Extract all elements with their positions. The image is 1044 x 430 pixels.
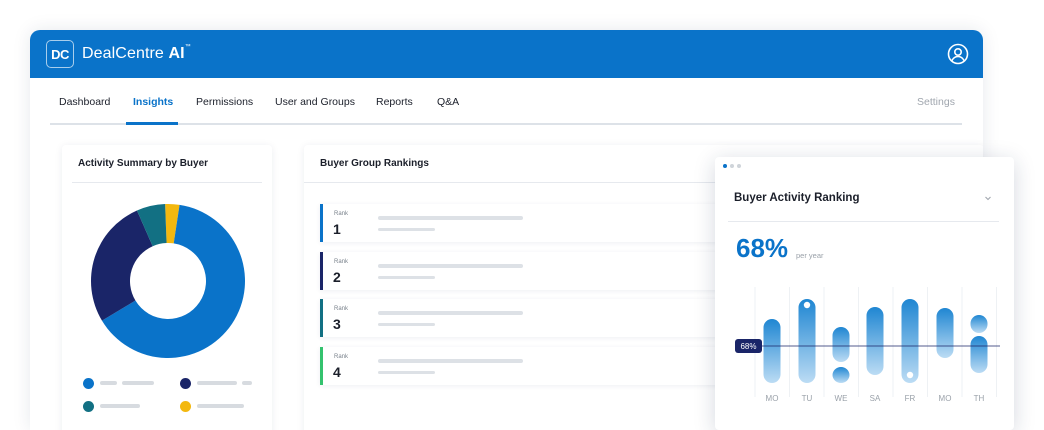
legend-label-placeholder	[100, 404, 140, 408]
rank-text-placeholder	[378, 216, 523, 220]
rank-label: Rank	[334, 354, 349, 360]
activity-bar[interactable]	[832, 367, 850, 383]
rank-number: 3	[333, 316, 341, 332]
legend-dot	[83, 378, 94, 389]
rank-text-placeholder	[378, 228, 435, 231]
brand-name: DealCentre AI™	[82, 44, 191, 63]
activity-bar[interactable]	[936, 308, 954, 358]
x-tick-label: SA	[870, 394, 881, 403]
pagination-dot[interactable]	[723, 164, 727, 168]
card-divider	[72, 182, 262, 183]
rank-label: Rank	[334, 211, 349, 217]
activity-bar[interactable]	[832, 327, 850, 362]
activity-bar[interactable]	[763, 319, 781, 383]
legend-dot	[180, 378, 191, 389]
top-bar: DC DealCentre AI™	[30, 30, 983, 78]
legend-dot	[83, 401, 94, 412]
legend-dot	[180, 401, 191, 412]
rank-number: 2	[333, 269, 341, 285]
activity-bar[interactable]	[970, 315, 988, 333]
rank-row[interactable]: Rank 3	[320, 299, 720, 337]
x-tick-label: WE	[835, 394, 848, 403]
activity-percent-suffix: per year	[796, 251, 824, 260]
tab-qa[interactable]: Q&A	[437, 96, 459, 108]
x-tick-label: MO	[766, 394, 779, 403]
rank-accent	[320, 299, 323, 337]
activity-summary-title: Activity Summary by Buyer	[78, 158, 209, 169]
x-tick-label: TU	[802, 394, 813, 403]
activity-donut-chart	[91, 204, 245, 358]
legend-label-placeholder	[197, 381, 237, 385]
rank-accent	[320, 204, 323, 242]
rank-text-placeholder	[378, 371, 435, 374]
app-logo[interactable]: DC	[46, 40, 74, 68]
card-divider	[728, 221, 999, 222]
rank-accent	[320, 347, 323, 385]
legend-label-placeholder	[122, 381, 154, 385]
rank-text-placeholder	[378, 359, 523, 363]
activity-ranking-title: Buyer Activity Ranking	[734, 192, 860, 204]
rank-text-placeholder	[378, 323, 435, 326]
legend-label-placeholder	[242, 381, 252, 385]
x-tick-label: TH	[974, 394, 985, 403]
activity-percent: 68%	[736, 233, 789, 263]
legend-label-placeholder	[197, 404, 244, 408]
rank-text-placeholder	[378, 264, 523, 268]
tab-insights[interactable]: Insights	[133, 96, 173, 108]
donut-slice[interactable]	[91, 210, 153, 321]
bar-marker	[803, 301, 811, 309]
activity-bar[interactable]	[970, 336, 988, 373]
tab-permissions[interactable]: Permissions	[196, 96, 253, 108]
rank-row[interactable]: Rank 1	[320, 204, 720, 242]
activity-summary-card: Activity Summary by Buyer	[62, 145, 272, 430]
activity-bar[interactable]	[866, 307, 884, 375]
bar-marker	[906, 371, 914, 379]
activity-bar[interactable]	[901, 299, 919, 383]
rank-accent	[320, 252, 323, 290]
active-tab-indicator	[126, 122, 178, 125]
rank-text-placeholder	[378, 276, 435, 279]
reference-tag-label: 68%	[740, 342, 756, 351]
user-account-icon[interactable]	[947, 43, 969, 65]
rank-label: Rank	[334, 259, 349, 265]
rank-text-placeholder	[378, 311, 523, 315]
rank-row[interactable]: Rank 4	[320, 347, 720, 385]
tab-settings[interactable]: Settings	[917, 96, 955, 108]
activity-bar-chart: MO TU WE SA FR MO TH 68%	[735, 287, 1000, 403]
brand-name-text: DealCentre	[82, 45, 164, 62]
rank-label: Rank	[334, 306, 349, 312]
rank-row[interactable]: Rank 2	[320, 252, 720, 290]
tab-user-and-groups[interactable]: User and Groups	[275, 96, 355, 108]
buyer-activity-ranking-card: Buyer Activity Ranking 68% per year MO TU…	[715, 157, 1014, 430]
chevron-down-icon[interactable]	[983, 193, 993, 203]
brand-tm: ™	[184, 44, 191, 50]
rank-number: 1	[333, 221, 341, 237]
tab-reports[interactable]: Reports	[376, 96, 413, 108]
pagination-dot[interactable]	[730, 164, 734, 168]
legend-label-placeholder	[100, 381, 117, 385]
x-tick-label: MO	[939, 394, 952, 403]
nav-tabs: Dashboard Insights Permissions User and …	[50, 78, 962, 125]
activity-bar[interactable]	[798, 299, 816, 383]
x-tick-label: FR	[905, 394, 916, 403]
tab-dashboard[interactable]: Dashboard	[59, 96, 110, 108]
rankings-title: Buyer Group Rankings	[320, 158, 429, 169]
pagination-dot[interactable]	[737, 164, 741, 168]
rank-number: 4	[333, 364, 341, 380]
brand-suffix: AI	[168, 45, 185, 62]
